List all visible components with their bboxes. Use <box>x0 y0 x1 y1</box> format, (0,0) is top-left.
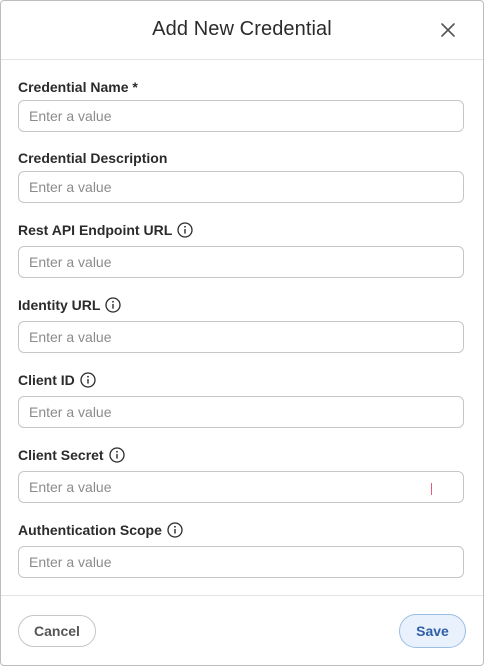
credential-description-label: Credential Description <box>18 150 167 166</box>
authentication-scope-input[interactable] <box>18 546 464 578</box>
credential-name-input[interactable] <box>18 100 464 132</box>
close-icon[interactable] <box>438 20 458 40</box>
save-button[interactable]: Save <box>399 614 466 648</box>
client-id-label-text: Client ID <box>18 372 75 388</box>
identity-url-label: Identity URL <box>18 297 122 313</box>
authentication-scope-label: Authentication Scope <box>18 522 183 538</box>
dialog-footer: Cancel Save <box>1 595 483 666</box>
info-icon[interactable] <box>80 372 96 388</box>
info-icon[interactable] <box>105 297 122 313</box>
identity-url-input[interactable] <box>18 321 464 353</box>
credential-name-label: Credential Name * <box>18 79 138 95</box>
info-icon[interactable] <box>108 447 125 463</box>
client-id-label: Client ID <box>18 372 96 388</box>
rest-api-endpoint-url-label: Rest API Endpoint URL <box>18 222 193 238</box>
authentication-scope-label-text: Authentication Scope <box>18 522 162 538</box>
info-icon[interactable] <box>177 222 193 238</box>
info-icon[interactable] <box>167 522 183 538</box>
cancel-button[interactable]: Cancel <box>18 615 96 647</box>
credential-description-label-text: Credential Description <box>18 150 168 166</box>
client-secret-input[interactable] <box>18 471 464 503</box>
client-id-input[interactable] <box>18 396 464 428</box>
text-cursor-mark <box>431 483 432 495</box>
rest-api-endpoint-url-input[interactable] <box>18 246 464 278</box>
rest-api-endpoint-url-label-text: Rest API Endpoint URL <box>18 222 173 238</box>
identity-url-label-text: Identity URL <box>18 297 101 313</box>
credential-name-label-text: Credential Name * <box>18 79 138 95</box>
dialog-title: Add New Credential <box>152 18 332 40</box>
add-credential-dialog: Add New Credential Credential Name * Cre… <box>0 0 484 666</box>
dialog-header: Add New Credential <box>1 1 483 60</box>
credential-description-input[interactable] <box>18 171 464 203</box>
client-secret-label-text: Client Secret <box>18 447 104 463</box>
client-secret-label: Client Secret <box>18 447 125 463</box>
